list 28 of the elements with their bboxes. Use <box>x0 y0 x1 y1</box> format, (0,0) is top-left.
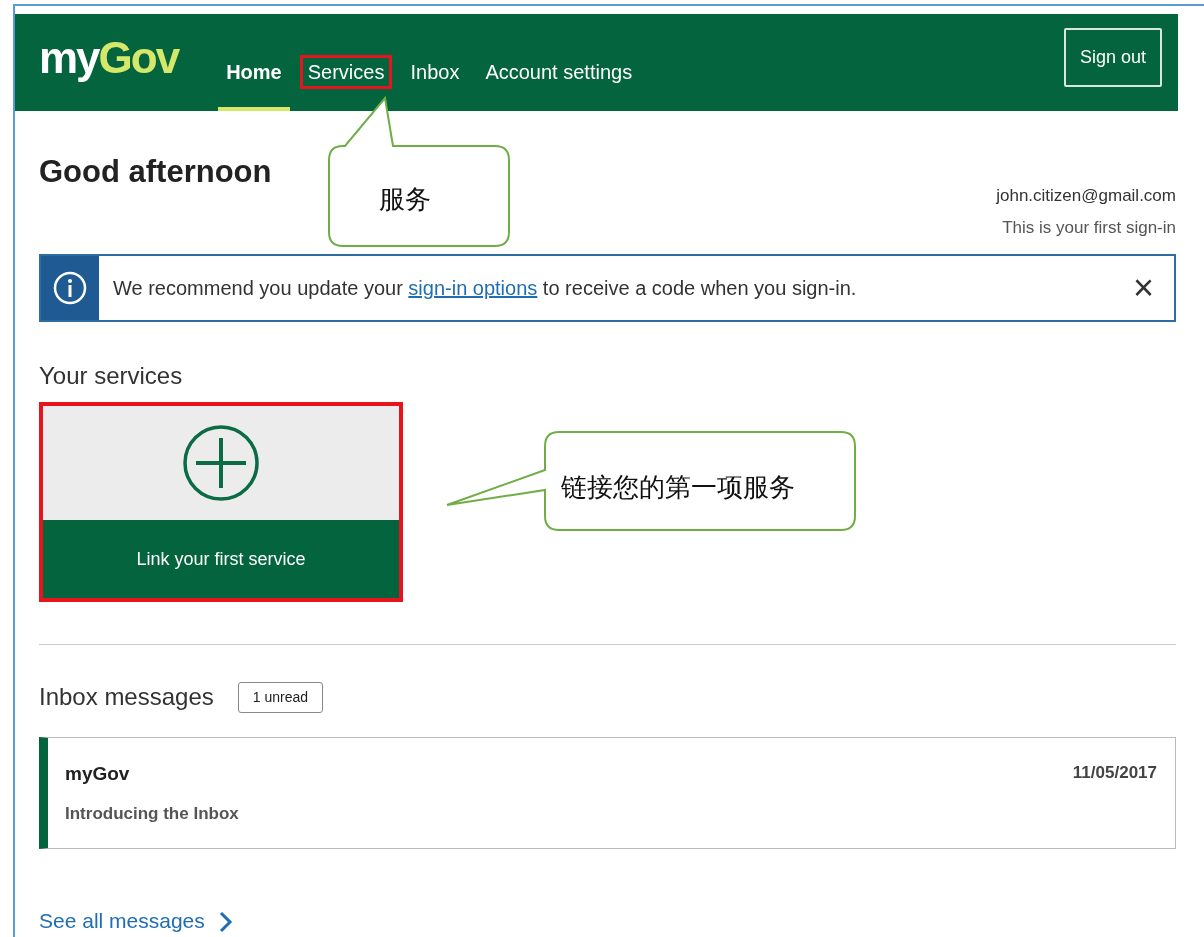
logo-text: my <box>39 32 99 82</box>
account-email: john.citizen@gmail.com <box>996 185 1176 208</box>
message-row[interactable]: myGov Introducing the Inbox 11/05/2017 <box>39 737 1176 850</box>
nav-link[interactable]: Account settings <box>477 55 641 89</box>
see-all-messages-link[interactable]: See all messages <box>39 905 205 937</box>
nav-link[interactable]: Home <box>218 55 290 111</box>
unread-count-badge: 1 unread <box>237 681 324 713</box>
callout-text: 链接您的第一项服务 <box>561 471 795 504</box>
nav-link[interactable]: Services <box>299 55 393 89</box>
callout-text: 服务 <box>379 183 431 216</box>
add-icon <box>182 424 260 503</box>
tile-label: Link your first service <box>43 520 399 599</box>
logo-text: Gov <box>98 32 179 82</box>
greeting-heading: Good afternoon <box>39 153 273 191</box>
alert-text: We recommend you update your sign-in options to receive a code when you sign-in. <box>112 276 858 302</box>
message-date: 11/05/2017 <box>1072 762 1157 785</box>
message-sender: myGov <box>65 762 131 787</box>
info-icon <box>53 271 87 306</box>
close-button[interactable]: × <box>1112 256 1174 321</box>
sign-in-options-link[interactable]: sign-in options <box>408 277 538 300</box>
message-subject: Introducing the Inbox <box>65 802 239 825</box>
chevron-right-icon <box>218 910 233 933</box>
section-heading: Inbox messages <box>39 682 214 713</box>
section-heading: Your services <box>39 361 184 392</box>
sign-out-button[interactable]: Sign out <box>1063 28 1162 87</box>
sign-in-note: This is your first sign-in <box>1002 217 1176 240</box>
nav-link[interactable]: Inbox <box>402 55 468 89</box>
service-tile[interactable]: Link your first service <box>39 402 403 603</box>
